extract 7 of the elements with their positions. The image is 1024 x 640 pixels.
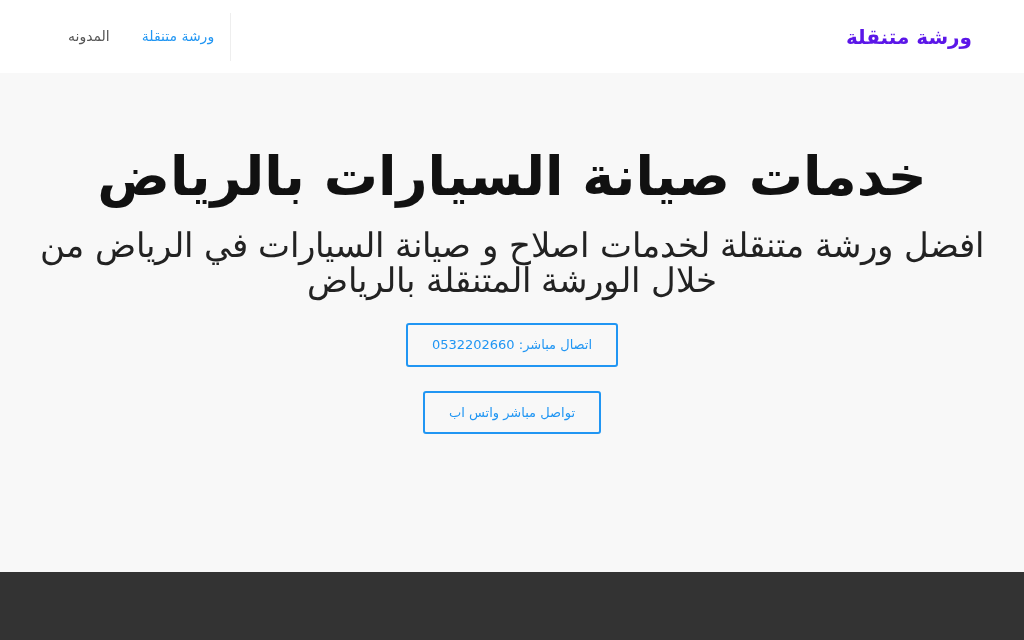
nav-link[interactable]: المدونه [52,26,126,47]
site-logo[interactable]: ورشة متنقلة [845,21,972,52]
contact-button[interactable]: اتصال مباشر: 0532202660 [405,323,619,367]
nav-link[interactable]: ورشة متنقلة [125,26,231,47]
contact-button[interactable]: تواصل مباشر واتس اب [422,390,602,435]
hero-title: خدمات صيانة السيارات بالرياض [97,145,927,210]
hero-subtitle: افضل ورشة متنقلة لخدمات اصلاح و صيانة السيارات في الرياض من خلال الورشة المتنقلة بالرياض [38,227,986,300]
